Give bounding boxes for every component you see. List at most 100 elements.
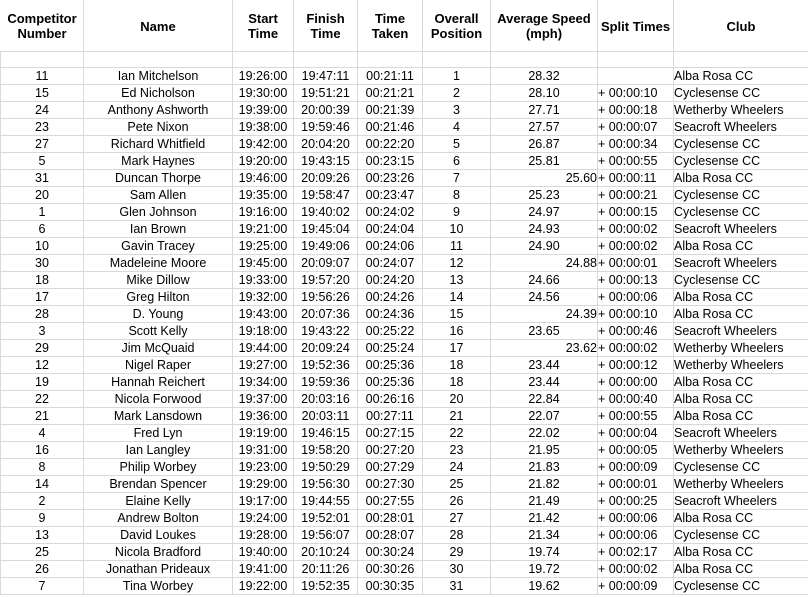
table-row: 30 Madeleine Moore 19:45:00 20:09:07 00:24:0… xyxy=(0,254,808,272)
start-time-cell: 19:34:00 xyxy=(232,373,294,391)
club-cell: Wetherby Wheelers xyxy=(673,101,808,119)
finish-time-cell: 19:52:35 xyxy=(293,577,358,595)
table-row: 3 Scott Kelly 19:18:00 19:43:22 00:25:22 16 23… xyxy=(0,322,808,340)
table-row: 17 Greg Hilton 19:32:00 19:56:26 00:24:26 14 2… xyxy=(0,288,808,306)
average-speed-cell: 21.82 xyxy=(490,475,598,493)
header-line-1: Time xyxy=(374,11,406,26)
overall-position-cell: 23 xyxy=(422,441,491,459)
finish-time-cell: 19:45:04 xyxy=(293,220,358,238)
time-taken-cell: 00:25:24 xyxy=(357,339,423,357)
average-speed-cell: 25.81 xyxy=(490,152,598,170)
overall-position-cell: 10 xyxy=(422,220,491,238)
column-header-overall-position: Overall Position xyxy=(422,0,491,52)
header-line-1: Name xyxy=(140,18,176,34)
competitor-number-cell: 21 xyxy=(0,407,84,425)
time-taken-cell: 00:24:36 xyxy=(357,305,423,323)
table-row: 5 Mark Haynes 19:20:00 19:43:15 00:23:15 6 25.… xyxy=(0,152,808,170)
split-times-cell xyxy=(597,67,674,85)
name-cell: Mark Haynes xyxy=(83,152,233,170)
table-row: 22 Nicola Forwood 19:37:00 20:03:16 00:26:16… xyxy=(0,390,808,408)
split-times-cell: + 00:00:04 xyxy=(597,424,674,442)
average-speed-cell: 28.10 xyxy=(490,84,598,102)
split-times-cell: + 00:00:34 xyxy=(597,135,674,153)
table-row: 11 Ian Mitchelson 19:26:00 19:47:11 00:21:11… xyxy=(0,67,808,85)
name-cell: Jim McQuaid xyxy=(83,339,233,357)
competitor-number-cell: 3 xyxy=(0,322,84,340)
table-row: 19 Hannah Reichert 19:34:00 19:59:36 00:25:3… xyxy=(0,373,808,391)
name-cell: Brendan Spencer xyxy=(83,475,233,493)
name-cell: Andrew Bolton xyxy=(83,509,233,527)
club-cell: Alba Rosa CC xyxy=(673,169,808,187)
split-times-cell: + 00:00:02 xyxy=(597,220,674,238)
start-time-cell: 19:40:00 xyxy=(232,543,294,561)
start-time-cell: 19:35:00 xyxy=(232,186,294,204)
time-taken-cell: 00:26:16 xyxy=(357,390,423,408)
start-time-cell: 19:29:00 xyxy=(232,475,294,493)
table-row: 24 Anthony Ashworth 19:39:00 20:00:39 00:21:… xyxy=(0,101,808,119)
average-speed-cell: 24.88 xyxy=(490,254,598,272)
time-taken-cell: 00:23:26 xyxy=(357,169,423,187)
average-speed-cell: 24.90 xyxy=(490,237,598,255)
overall-position-cell: 9 xyxy=(422,203,491,221)
average-speed-cell: 19.74 xyxy=(490,543,598,561)
name-cell: Glen Johnson xyxy=(83,203,233,221)
time-taken-cell: 00:27:20 xyxy=(357,441,423,459)
start-time-cell: 19:46:00 xyxy=(232,169,294,187)
split-times-cell: + 00:00:13 xyxy=(597,271,674,289)
split-times-cell: + 00:00:55 xyxy=(597,407,674,425)
split-times-cell: + 00:00:09 xyxy=(597,458,674,476)
finish-time-cell: 19:56:30 xyxy=(293,475,358,493)
finish-time-cell: 19:43:15 xyxy=(293,152,358,170)
club-cell: Alba Rosa CC xyxy=(673,543,808,561)
finish-time-cell: 19:56:26 xyxy=(293,288,358,306)
overall-position-cell: 18 xyxy=(422,356,491,374)
column-header-club: Club xyxy=(673,0,808,52)
split-times-cell: + 00:00:11 xyxy=(597,169,674,187)
start-time-cell: 19:45:00 xyxy=(232,254,294,272)
name-cell: Fred Lyn xyxy=(83,424,233,442)
finish-time-cell: 19:50:29 xyxy=(293,458,358,476)
time-taken-cell: 00:21:46 xyxy=(357,118,423,136)
finish-time-cell: 19:58:20 xyxy=(293,441,358,459)
competitor-number-cell: 15 xyxy=(0,84,84,102)
competitor-number-cell: 14 xyxy=(0,475,84,493)
competitor-number-cell: 30 xyxy=(0,254,84,272)
start-time-cell: 19:28:00 xyxy=(232,526,294,544)
club-cell: Seacroft Wheelers xyxy=(673,424,808,442)
column-header-split-times: Split Times xyxy=(597,0,674,52)
time-taken-cell: 00:22:20 xyxy=(357,135,423,153)
name-cell: D. Young xyxy=(83,305,233,323)
name-cell: Pete Nixon xyxy=(83,118,233,136)
finish-time-cell: 19:47:11 xyxy=(293,67,358,85)
club-cell: Alba Rosa CC xyxy=(673,407,808,425)
time-taken-cell: 00:23:47 xyxy=(357,186,423,204)
finish-time-cell: 19:52:01 xyxy=(293,509,358,527)
start-time-cell: 19:18:00 xyxy=(232,322,294,340)
competitor-number-cell: 31 xyxy=(0,169,84,187)
split-times-cell: + 00:00:02 xyxy=(597,237,674,255)
competitor-number-cell: 23 xyxy=(0,118,84,136)
overall-position-cell: 14 xyxy=(422,288,491,306)
competitor-number-cell: 11 xyxy=(0,67,84,85)
split-times-cell: + 00:00:40 xyxy=(597,390,674,408)
time-taken-cell: 00:27:15 xyxy=(357,424,423,442)
start-time-cell: 19:27:00 xyxy=(232,356,294,374)
club-cell: Alba Rosa CC xyxy=(673,509,808,527)
name-cell: Mike Dillow xyxy=(83,271,233,289)
name-cell: Hannah Reichert xyxy=(83,373,233,391)
split-times-cell: + 00:00:09 xyxy=(597,577,674,595)
overall-position-cell: 8 xyxy=(422,186,491,204)
average-speed-cell: 24.97 xyxy=(490,203,598,221)
split-times-cell: + 00:00:00 xyxy=(597,373,674,391)
competitor-number-cell: 26 xyxy=(0,560,84,578)
header-line-2: Number xyxy=(17,26,67,41)
average-speed-cell: 21.34 xyxy=(490,526,598,544)
header-line-2: Time xyxy=(247,26,279,41)
overall-position-cell: 4 xyxy=(422,118,491,136)
name-cell: Greg Hilton xyxy=(83,288,233,306)
finish-time-cell: 19:58:47 xyxy=(293,186,358,204)
column-header-name: Name xyxy=(83,0,233,52)
table-row: 20 Sam Allen 19:35:00 19:58:47 00:23:47 8 25.2… xyxy=(0,186,808,204)
time-trial-results-table: Competitor Number Name Start Time Finish… xyxy=(0,0,808,595)
name-cell: Ian Langley xyxy=(83,441,233,459)
